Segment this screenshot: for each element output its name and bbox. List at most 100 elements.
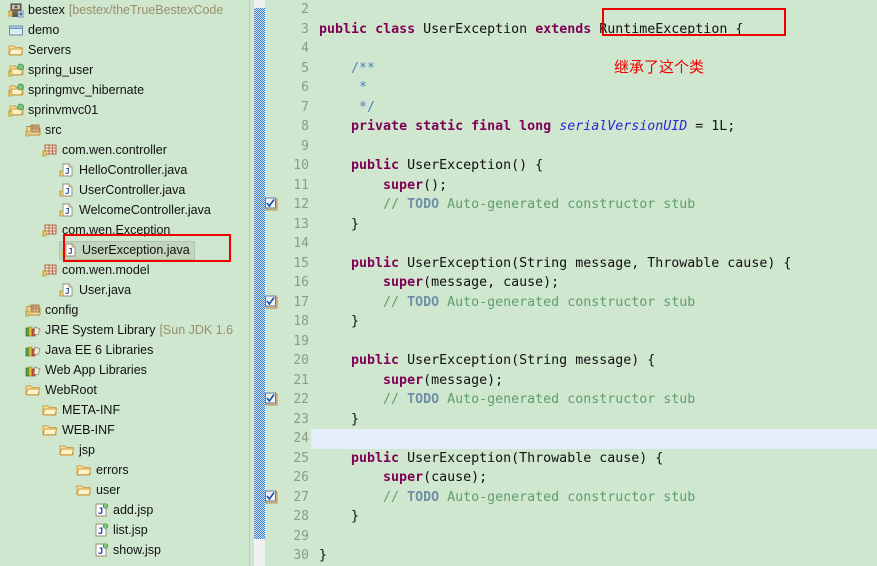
code-line[interactable]: public UserException(Throwable cause) {: [311, 449, 877, 469]
tree-item-hit[interactable]: Java EE 6 Libraries: [25, 342, 153, 359]
code-line[interactable]: */: [311, 98, 877, 118]
tree-item-hit[interactable]: Jlist.jsp: [93, 522, 148, 539]
tree-item-show-jsp[interactable]: Jshow.jsp: [0, 540, 249, 560]
tree-item-meta-inf[interactable]: META-INF: [0, 400, 249, 420]
code-line[interactable]: [311, 332, 877, 352]
tree-item-user-java[interactable]: J! User.java: [0, 280, 249, 300]
tree-item-errors[interactable]: errors: [0, 460, 249, 480]
tree-item-hit[interactable]: demo: [8, 22, 59, 39]
tree-item-hit[interactable]: user: [76, 482, 120, 499]
todo-task-icon[interactable]: [265, 490, 278, 504]
editor-code-area[interactable]: public class UserException extends Runti…: [311, 0, 877, 566]
tree-item-com-wen-controller[interactable]: ! com.wen.controller: [0, 140, 249, 160]
tree-item-label: Servers: [28, 43, 72, 57]
tree-item-hit[interactable]: Servers: [8, 42, 71, 59]
todo-task-icon[interactable]: [265, 295, 278, 309]
tree-item-hit[interactable]: ! com.wen.Exception: [42, 222, 170, 239]
tree-item-hit[interactable]: jsp: [59, 442, 95, 459]
code-line[interactable]: [311, 234, 877, 254]
code-line[interactable]: [311, 39, 877, 59]
code-line[interactable]: *: [311, 78, 877, 98]
tree-item-hit[interactable]: ! bestex: [8, 2, 65, 19]
code-line[interactable]: super(cause);: [311, 468, 877, 488]
tree-item-hit[interactable]: ! com.wen.model: [42, 262, 150, 279]
line-number: 24: [293, 431, 309, 446]
tree-item-com-wen-exception[interactable]: ! com.wen.Exception: [0, 220, 249, 240]
tree-item-hit[interactable]: ! springmvc_hibernate: [8, 82, 144, 99]
code-line[interactable]: private static final long serialVersionU…: [311, 117, 877, 137]
tree-item-hit[interactable]: JRE System Library: [25, 322, 155, 339]
folder-icon: [42, 402, 58, 418]
code-line[interactable]: [311, 0, 877, 20]
tree-item-java-ee-6-libraries[interactable]: Java EE 6 Libraries: [0, 340, 249, 360]
todo-task-icon[interactable]: [265, 197, 278, 211]
code-line[interactable]: [311, 429, 877, 449]
tree-item-hit[interactable]: ! sprinvmvc01: [8, 102, 98, 119]
code-line[interactable]: [311, 137, 877, 157]
tree-item-web-app-libraries[interactable]: Web App Libraries: [0, 360, 249, 380]
tree-item-hit[interactable]: META-INF: [42, 402, 120, 419]
tree-item-com-wen-model[interactable]: ! com.wen.model: [0, 260, 249, 280]
code-line[interactable]: }: [311, 410, 877, 430]
code-line[interactable]: // TODO Auto-generated constructor stub: [311, 195, 877, 215]
code-line[interactable]: /**: [311, 59, 877, 79]
tree-item-hit[interactable]: J! WelcomeController.java: [59, 202, 211, 219]
tree-item-hit[interactable]: Web App Libraries: [25, 362, 147, 379]
tree-item-web-inf[interactable]: WEB-INF: [0, 420, 249, 440]
tree-item-userexception-java[interactable]: J! UserException.java: [0, 240, 249, 260]
tree-item-hit[interactable]: J! HelloController.java: [59, 162, 187, 179]
code-line[interactable]: // TODO Auto-generated constructor stub: [311, 390, 877, 410]
code-token: Auto-generated constructor stub: [439, 489, 696, 505]
code-line[interactable]: // TODO Auto-generated constructor stub: [311, 293, 877, 313]
tree-item-hit[interactable]: ! src: [25, 122, 62, 139]
tree-item-hit[interactable]: ! spring_user: [8, 62, 93, 79]
code-line[interactable]: }: [311, 507, 877, 527]
package-explorer-tree[interactable]: ! bestex [bestex/theTrueBestexCode demo Serv…: [0, 0, 249, 566]
tree-item-add-jsp[interactable]: Jadd.jsp: [0, 500, 249, 520]
tree-item-hit[interactable]: J! UserController.java: [59, 182, 185, 199]
code-line[interactable]: [311, 527, 877, 547]
tree-item-list-jsp[interactable]: Jlist.jsp: [0, 520, 249, 540]
tree-item-bestex[interactable]: ! bestex [bestex/theTrueBestexCode: [0, 0, 249, 20]
tree-item-welcomecontroller-java[interactable]: J! WelcomeController.java: [0, 200, 249, 220]
code-line[interactable]: public UserException(String message, Thr…: [311, 254, 877, 274]
code-line[interactable]: }: [311, 546, 877, 566]
editor-vertical-scrollbar[interactable]: [254, 0, 267, 566]
tree-item-demo[interactable]: demo: [0, 20, 249, 40]
code-line[interactable]: public class UserException extends Runti…: [311, 20, 877, 40]
code-line[interactable]: super(message);: [311, 371, 877, 391]
tree-item-hit[interactable]: WEB-INF: [42, 422, 115, 439]
tree-item-hit[interactable]: ! com.wen.controller: [42, 142, 167, 159]
tree-item-sprinvmvc01[interactable]: ! sprinvmvc01: [0, 100, 249, 120]
tree-item-hit[interactable]: ! config: [25, 302, 78, 319]
todo-task-icon[interactable]: [265, 392, 278, 406]
code-line[interactable]: // TODO Auto-generated constructor stub: [311, 488, 877, 508]
tree-item-webroot[interactable]: WebRoot: [0, 380, 249, 400]
tree-item-jre-system-library[interactable]: JRE System Library [Sun JDK 1.6: [0, 320, 249, 340]
tree-item-usercontroller-java[interactable]: J! UserController.java: [0, 180, 249, 200]
code-token: class: [375, 21, 416, 37]
tree-item-hit[interactable]: J! UserException.java: [59, 240, 195, 260]
code-line[interactable]: }: [311, 312, 877, 332]
code-line[interactable]: super(message, cause);: [311, 273, 877, 293]
editor-annotation-gutter[interactable]: [265, 0, 278, 566]
tree-item-hit[interactable]: errors: [76, 462, 129, 479]
code-line[interactable]: public UserException(String message) {: [311, 351, 877, 371]
web-project-icon: !: [8, 102, 24, 118]
tree-item-src[interactable]: ! src: [0, 120, 249, 140]
tree-item-config[interactable]: ! config: [0, 300, 249, 320]
tree-item-hellocontroller-java[interactable]: J! HelloController.java: [0, 160, 249, 180]
tree-item-hit[interactable]: Jshow.jsp: [93, 542, 161, 559]
code-line[interactable]: super();: [311, 176, 877, 196]
tree-item-hit[interactable]: Jadd.jsp: [93, 502, 153, 519]
code-line[interactable]: public UserException() {: [311, 156, 877, 176]
tree-item-spring-user[interactable]: ! spring_user: [0, 60, 249, 80]
tree-item-jsp[interactable]: jsp: [0, 440, 249, 460]
tree-item-hit[interactable]: J! User.java: [59, 282, 131, 299]
tree-item-servers[interactable]: Servers: [0, 40, 249, 60]
code-line[interactable]: }: [311, 215, 877, 235]
tree-item-hit[interactable]: WebRoot: [25, 382, 97, 399]
tree-item-springmvc-hibernate[interactable]: ! springmvc_hibernate: [0, 80, 249, 100]
tree-item-user[interactable]: user: [0, 480, 249, 500]
